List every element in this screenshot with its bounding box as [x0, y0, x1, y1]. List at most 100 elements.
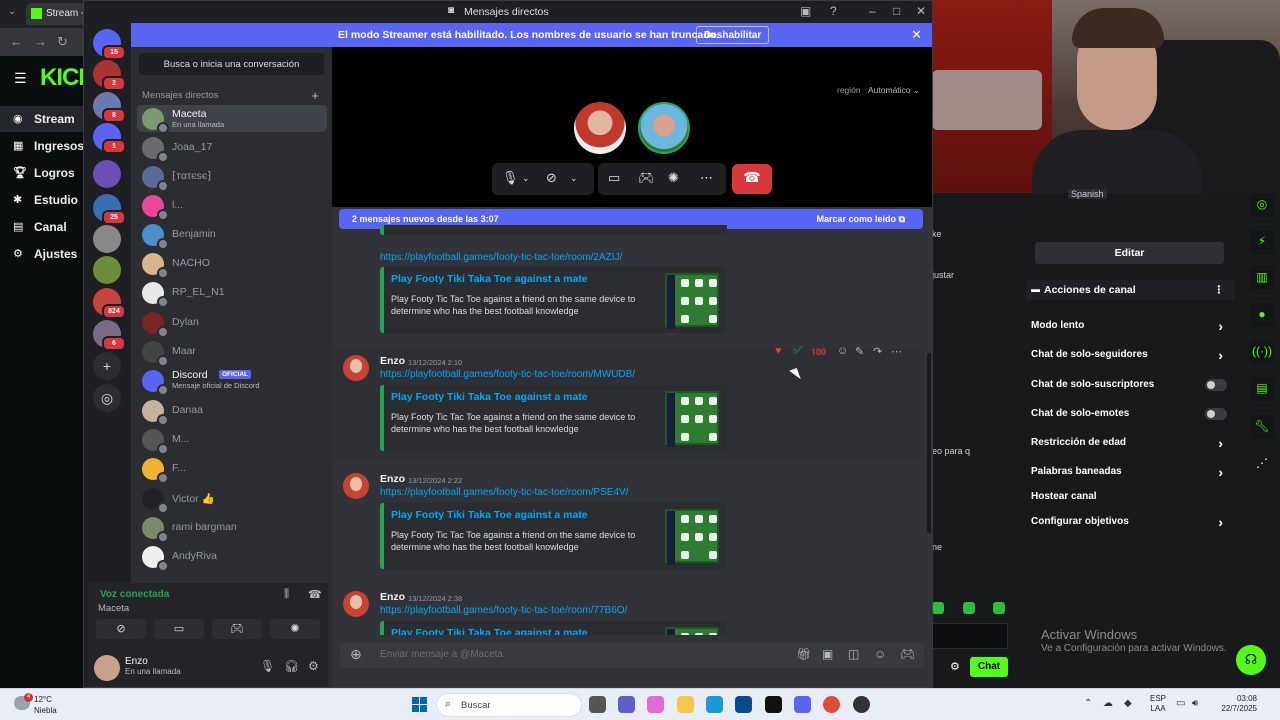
maximize-icon[interactable]: □ [893, 4, 900, 18]
chrome-icon[interactable] [823, 696, 840, 713]
wrench-icon[interactable]: 🔧︎ [1250, 415, 1274, 439]
server-icon[interactable]: 8 [93, 92, 126, 123]
dm-item[interactable]: ⁅тατєѕє⁆ [137, 163, 327, 192]
forward-icon[interactable]: ↷ [873, 345, 882, 358]
headset-help-icon[interactable]: ☊ [1236, 645, 1266, 675]
headphones-icon[interactable]: 🎧︎ [284, 659, 299, 673]
call-participant-avatar[interactable] [574, 102, 626, 154]
dm-item[interactable]: Benjamin [137, 221, 327, 250]
hang-up-button[interactable]: ☎ [732, 164, 772, 194]
nav-stream[interactable]: ◉ Stream [0, 106, 86, 132]
server-icon[interactable]: 25 [93, 194, 126, 225]
dm-item[interactable]: Danaa [137, 397, 327, 426]
hundred-reaction-icon[interactable]: 𝟏𝟎𝟎 [811, 347, 826, 358]
edit-pencil-icon[interactable]: ✎ [855, 345, 864, 358]
tray-overflow-icon[interactable]: ⌃ [1084, 698, 1092, 709]
system-clock[interactable]: 03:08 22/7/2025 [1215, 694, 1257, 714]
weather-widget[interactable]: 4 12°C Niebla [12, 693, 82, 717]
action-banned-words[interactable]: Palabras baneadas › [1031, 464, 1227, 486]
dm-item[interactable]: AndyRiva [137, 543, 327, 572]
edit-button[interactable]: Editar [1035, 242, 1224, 264]
start-button[interactable] [412, 697, 427, 712]
avatar[interactable] [343, 473, 369, 499]
heart-reaction-icon[interactable]: ♥ [775, 345, 782, 357]
noise-suppression-icon[interactable]: ⫼ [284, 588, 289, 601]
gift-icon[interactable]: 🎁︎ [796, 647, 811, 661]
cloud-sync-icon[interactable]: ☁ [1103, 698, 1113, 709]
more-vertical-icon[interactable]: ⋮ [1214, 284, 1225, 296]
forward-arrow-icon[interactable]: → [34, 34, 47, 49]
activity-icon[interactable]: 🎮︎ [638, 170, 655, 186]
screen-share-icon[interactable]: ▭ [608, 170, 620, 186]
broadcast-icon[interactable]: ((·)) [1250, 340, 1274, 364]
server-icon[interactable]: 1 [93, 123, 126, 154]
server-icon[interactable] [93, 160, 121, 188]
obs-icon[interactable] [853, 696, 870, 713]
network-icon[interactable]: ▭ [1176, 698, 1185, 709]
lightning-icon[interactable]: ⚡︎ [1250, 230, 1274, 254]
activity-button[interactable]: 🎮︎ [212, 619, 262, 639]
tiktok-icon[interactable] [765, 696, 782, 713]
voice-status[interactable]: Voz conectada [100, 589, 169, 600]
dm-item[interactable]: M... [137, 426, 327, 455]
message-link[interactable]: https://playfootball.games/footy-tic-tac… [380, 487, 628, 498]
reload-icon[interactable]: ↻ [57, 34, 68, 50]
camera-off-icon[interactable]: ⊘ [546, 170, 557, 186]
embed-thumbnail[interactable] [665, 273, 719, 329]
browser-tab[interactable]: Stream - K [26, 3, 86, 25]
chevron-down-icon[interactable]: ⌄ [570, 173, 578, 184]
message-link[interactable]: https://playfootball.games/footy-tic-tac… [380, 605, 627, 616]
discord-icon[interactable] [794, 696, 811, 713]
emote-icon[interactable] [993, 602, 1005, 614]
activity-icon[interactable]: 🎮︎ [900, 647, 915, 661]
target-icon[interactable]: ◎ [1250, 193, 1274, 217]
camera-off-button[interactable]: ⊘ [96, 619, 146, 639]
nav-logros[interactable]: 🏆︎ Logros [0, 160, 86, 186]
mark-as-read-button[interactable]: Marcar como leído ⧉ [817, 214, 905, 225]
dm-search-button[interactable]: Busca o inicia una conversación [139, 53, 324, 75]
check-reaction-icon[interactable]: ✅︎ [793, 345, 802, 358]
message-author[interactable]: Enzo [380, 473, 405, 485]
kick-chat-input[interactable] [932, 623, 1008, 649]
action-slow-mode[interactable]: Modo lento › [1031, 318, 1227, 340]
emotes-only-toggle[interactable] [1205, 408, 1227, 420]
embed-title[interactable]: Play Footy Tiki Taka Toe against a mate [391, 391, 588, 403]
dm-item[interactable]: rami bargman [137, 514, 327, 543]
layout-icon[interactable]: ▤ [1250, 377, 1274, 401]
emote-icon[interactable] [932, 602, 944, 614]
minimize-icon[interactable]: – [869, 4, 876, 18]
tab-list-icon[interactable]: ⌄ [8, 6, 16, 17]
gif-icon[interactable]: ▣ [822, 647, 833, 661]
soundboard-button[interactable]: ✺ [270, 619, 320, 639]
server-icon[interactable] [93, 256, 121, 284]
chat-settings-icon[interactable]: ⚙ [950, 660, 960, 673]
region-select[interactable]: Automático ⌄ [868, 85, 920, 96]
more-icon[interactable]: ⋯ [700, 170, 713, 186]
message-link[interactable]: https://playfootball.games/footy-tic-tac… [380, 369, 635, 380]
back-arrow-icon[interactable]: ← [10, 34, 23, 49]
dm-item[interactable]: RP_EL_N1 [137, 279, 327, 308]
vpn-icon[interactable]: ◆ [1124, 698, 1132, 709]
avatar[interactable] [343, 355, 369, 381]
soundboard-icon[interactable]: ✺ [668, 170, 679, 186]
microphone-icon[interactable]: 🎙︎ [502, 170, 519, 186]
teams-icon[interactable] [618, 696, 635, 713]
store-icon[interactable] [735, 696, 752, 713]
message-author[interactable]: Enzo [380, 591, 405, 603]
chat-send-button[interactable]: Chat [970, 657, 1008, 677]
avatar[interactable] [343, 591, 369, 617]
action-configure-goals[interactable]: Configurar objetivos › [1031, 514, 1227, 536]
server-icon[interactable]: 6 [93, 320, 126, 351]
server-icon[interactable]: 2 [93, 60, 126, 91]
embed-thumbnail[interactable] [665, 509, 719, 565]
inbox-icon[interactable]: ▣ [800, 4, 811, 18]
call-participant-avatar[interactable] [638, 102, 690, 154]
add-server-icon[interactable]: + [93, 352, 121, 380]
nav-canal[interactable]: ▤ Canal [0, 214, 86, 240]
microphone-icon[interactable]: 🎙︎ [260, 659, 275, 673]
dm-item[interactable]: Discord OFICIAL Mensaje oficial de Discord [137, 367, 327, 396]
server-icon[interactable] [93, 225, 121, 253]
screen-share-button[interactable]: ▭ [154, 619, 204, 639]
nav-ajustes[interactable]: ⚙ Ajustes [0, 241, 86, 267]
embed-thumbnail[interactable] [665, 391, 719, 447]
